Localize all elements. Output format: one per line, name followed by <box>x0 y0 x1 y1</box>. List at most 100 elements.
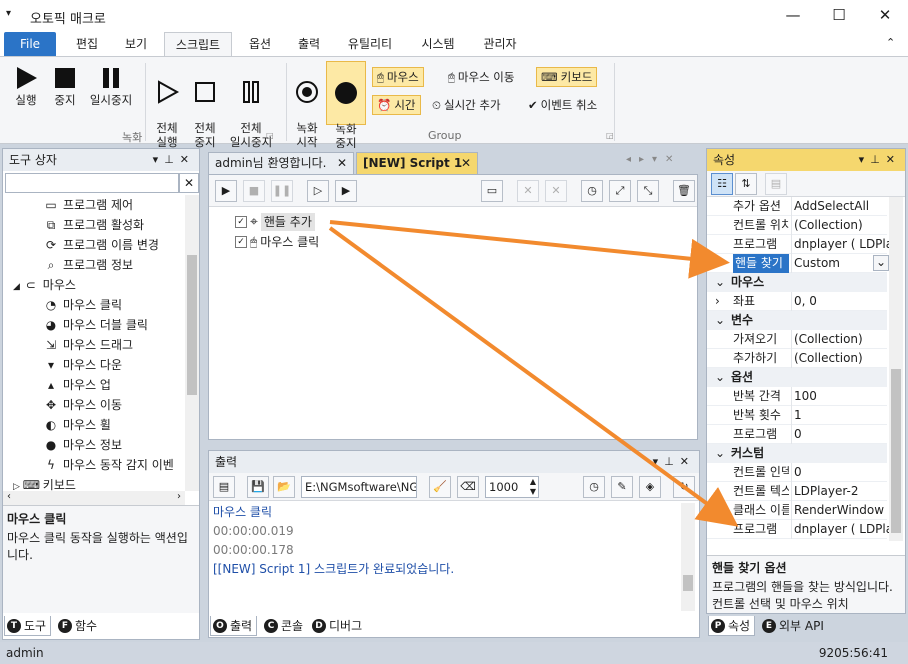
property-value[interactable]: AddSelectAll <box>791 197 891 216</box>
property-row[interactable]: 반복 간격 100 <box>707 387 887 406</box>
maximize-button[interactable]: ☐ <box>816 0 862 32</box>
quick-access-menu-icon[interactable]: ▾ <box>6 8 11 19</box>
dialog-launcher-icon[interactable]: ◲ <box>266 131 274 140</box>
trash-icon[interactable]: 🗑 <box>673 180 695 202</box>
collapse-arrow-icon[interactable]: ◢ <box>13 282 23 292</box>
scroll-thumb[interactable] <box>187 255 197 395</box>
panel-controls[interactable]: ▾⊥✕ <box>153 149 195 171</box>
scroll-thumb[interactable] <box>683 575 693 591</box>
property-row[interactable]: 추가하기 (Collection) <box>707 349 887 368</box>
record-start-button[interactable]: 녹화 시작 <box>290 65 324 149</box>
property-pages-icon[interactable]: ▤ <box>765 173 787 195</box>
tab-functions[interactable]: F 함수 <box>56 616 101 636</box>
pause-button[interactable]: 일시중지 <box>86 65 136 107</box>
toolbox-item[interactable]: ◢ ⊂ 마우스 <box>3 275 76 295</box>
open-folder-icon[interactable]: 📂 <box>273 476 295 498</box>
minimize-button[interactable]: — <box>770 0 816 32</box>
toolbox-item[interactable]: ϟ 마우스 동작 감지 이벤 <box>3 455 174 475</box>
toolbox-item[interactable]: ▾ 마우스 다운 <box>3 355 122 375</box>
mouse-toggle[interactable]: 🖱 마우스 <box>372 67 424 87</box>
property-row[interactable]: 컨트롤 위치 (Collection) <box>707 216 887 235</box>
log-path-field[interactable]: E:\NGMsoftware\NG <box>301 476 417 498</box>
property-value[interactable]: dnplayer ( LDPla <box>791 520 891 539</box>
toolbox-item[interactable]: ▭ 프로그램 제어 <box>3 195 133 215</box>
expand-arrow-icon[interactable]: › <box>715 292 720 311</box>
property-value[interactable]: 0 <box>791 463 891 482</box>
eraser-icon[interactable]: ⌫ <box>457 476 479 498</box>
toolbox-scrollbar[interactable] <box>185 195 199 491</box>
collapse-arrow-icon[interactable]: ⌄ <box>715 368 725 387</box>
fill-icon[interactable]: ◈ <box>639 476 661 498</box>
clear-search-icon[interactable]: ✕ <box>179 173 199 193</box>
run-all-button[interactable]: 전체 실행 <box>148 65 186 149</box>
property-category[interactable]: ⌄ 커스텀 <box>707 444 887 463</box>
property-value[interactable]: RenderWindow <box>791 501 891 520</box>
tab-options[interactable]: 옵션 <box>238 32 282 56</box>
pause-small-icon[interactable]: ❚❚ <box>271 180 293 202</box>
collapse-arrow-icon[interactable]: ⌄ <box>715 273 725 292</box>
property-row[interactable]: 가져오기 (Collection) <box>707 330 887 349</box>
toolbox-item[interactable]: ● 마우스 정보 <box>3 435 122 455</box>
property-value[interactable]: 0, 0 <box>791 292 891 311</box>
property-value[interactable]: (Collection) <box>791 216 891 235</box>
tab-system[interactable]: 시스템 <box>410 32 466 56</box>
image-icon[interactable]: ▭ <box>481 180 503 202</box>
toolbox-item[interactable]: ⟳ 프로그램 이름 변경 <box>3 235 159 255</box>
tab-properties[interactable]: P 속성 <box>708 616 756 636</box>
property-row[interactable]: 클래스 이름 RenderWindow <box>707 501 887 520</box>
refresh-icon[interactable]: ↻ <box>673 476 695 498</box>
property-value[interactable]: 0 <box>791 425 891 444</box>
tab-console[interactable]: C 콘솔 <box>262 616 307 636</box>
property-category[interactable]: ⌄ 마우스 <box>707 273 887 292</box>
collapse-ribbon-icon[interactable]: ⌃ <box>886 36 895 49</box>
tab-view[interactable]: 보기 <box>114 32 158 56</box>
checkbox-icon[interactable]: ✓ <box>235 216 247 228</box>
new-log-icon[interactable]: ▤ <box>213 476 235 498</box>
script-item-mouse-click[interactable]: ✓ 🖱 마우스 클릭 <box>235 233 319 251</box>
collapse-arrow-icon[interactable]: ⌄ <box>715 444 725 463</box>
property-value[interactable]: 100 <box>791 387 891 406</box>
tab-utility[interactable]: 유틸리티 <box>338 32 402 56</box>
tab-output-panel[interactable]: O 출력 <box>210 616 258 636</box>
toolbox-item[interactable]: ◕ 마우스 더블 클릭 <box>3 315 148 335</box>
step-run-icon[interactable]: ▷ <box>307 180 329 202</box>
property-row[interactable]: 컨트롤 텍스트LDPlayer-2 <box>707 482 887 501</box>
tab-script[interactable]: 스크립트 <box>164 32 232 56</box>
property-value[interactable]: dnplayer ( LDPlayer <box>791 235 891 254</box>
run-button[interactable]: 실행 <box>8 65 44 107</box>
property-value[interactable]: LDPlayer-2 <box>791 482 891 501</box>
categorized-icon[interactable]: ☷ <box>711 173 733 195</box>
tab-admin[interactable]: 관리자 <box>474 32 526 56</box>
toolbox-item[interactable]: ✥ 마우스 이동 <box>3 395 122 415</box>
doc-tab-welcome[interactable]: admin님 환영합니다. ✕ <box>208 152 354 174</box>
collapse-arrow-icon[interactable]: ⌄ <box>715 311 725 330</box>
mouse-move-toggle[interactable]: 🖱 마우스 이동 <box>444 67 518 87</box>
delete-all-icon[interactable]: ✕ <box>545 180 567 202</box>
timer-icon[interactable]: ◷ <box>581 180 603 202</box>
scroll-thumb[interactable] <box>891 369 901 533</box>
tab-debug[interactable]: D 디버그 <box>310 616 366 636</box>
panel-controls[interactable]: ▾⊥✕ <box>859 149 901 171</box>
tab-file[interactable]: File <box>4 32 56 56</box>
property-row[interactable]: 컨트롤 인덱스0 <box>707 463 887 482</box>
run-to-icon[interactable]: ▶ <box>335 180 357 202</box>
toolbox-item[interactable]: ▴ 마우스 업 <box>3 375 111 395</box>
stop-all-button[interactable]: 전체 중지 <box>188 65 222 149</box>
tab-edit[interactable]: 편집 <box>64 32 110 56</box>
delete-icon[interactable]: ✕ <box>517 180 539 202</box>
doc-tab-script1[interactable]: [NEW] Script 1 ✕ <box>356 152 478 174</box>
stop-button[interactable]: 중지 <box>48 65 82 107</box>
property-row[interactable]: › 좌표 0, 0 <box>707 292 887 311</box>
properties-scrollbar[interactable] <box>889 197 903 541</box>
time-toggle[interactable]: ⏰ 시간 <box>372 95 421 115</box>
tab-output[interactable]: 출력 <box>288 32 330 56</box>
expand-icon[interactable]: ⤢ <box>609 180 631 202</box>
stop-small-icon[interactable]: ■ <box>243 180 265 202</box>
property-value[interactable]: 1 <box>791 406 891 425</box>
toolbox-item[interactable]: ⇲ 마우스 드래그 <box>3 335 133 355</box>
property-row[interactable]: 추가 옵션 AddSelectAll <box>707 197 887 216</box>
panel-controls[interactable]: ▾⊥✕ <box>653 451 695 473</box>
property-category[interactable]: ⌄ 변수 <box>707 311 887 330</box>
property-value[interactable]: (Collection) <box>791 349 891 368</box>
tab-tools[interactable]: T 도구 <box>4 616 52 636</box>
